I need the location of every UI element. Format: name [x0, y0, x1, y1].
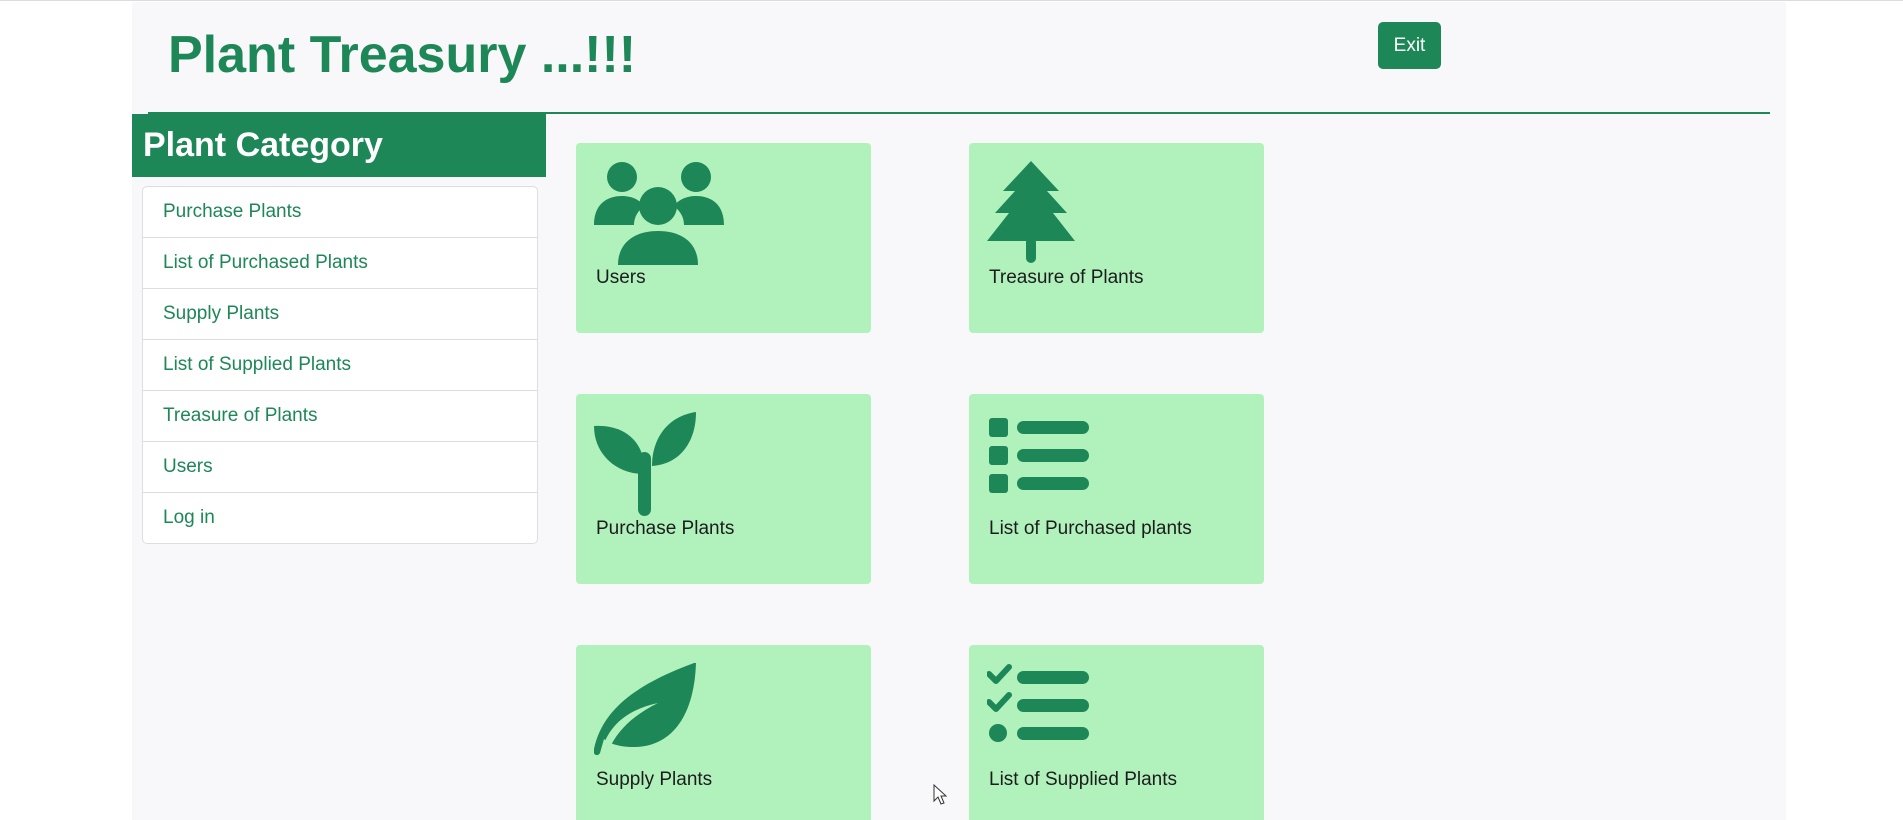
- card-treasure-of-plants-label: Treasure of Plants: [989, 267, 1144, 288]
- sidebar-item-purchase-plants[interactable]: Purchase Plants: [143, 187, 537, 238]
- sidebar-item-users[interactable]: Users: [143, 442, 537, 493]
- card-supply-plants-label: Supply Plants: [596, 769, 713, 790]
- card-users-label: Users: [596, 267, 646, 288]
- app-container: Plant Treasury ...!!! Exit Plant Categor…: [132, 2, 1786, 820]
- leaf-icon: [594, 663, 724, 767]
- list-icon: [987, 412, 1117, 516]
- card-list-of-purchased-plants[interactable]: List of Purchased plants: [969, 394, 1264, 584]
- top-border: [0, 0, 1903, 1]
- seedling-icon: [594, 412, 724, 516]
- sidebar-title: Plant Category: [132, 114, 546, 177]
- app-title: Plant Treasury ...!!!: [168, 26, 637, 84]
- card-purchase-plants-label: Purchase Plants: [596, 518, 735, 539]
- sidebar-menu: Purchase Plants List of Purchased Plants…: [142, 186, 538, 544]
- card-treasure-of-plants[interactable]: Treasure of Plants: [969, 143, 1264, 333]
- card-supply-plants[interactable]: Supply Plants: [576, 645, 871, 820]
- sidebar-item-supply-plants[interactable]: Supply Plants: [143, 289, 537, 340]
- card-list-of-supplied-plants[interactable]: List of Supplied Plants: [969, 645, 1264, 820]
- sidebar-item-list-of-purchased-plants[interactable]: List of Purchased Plants: [143, 238, 537, 289]
- card-list-of-supplied-plants-label: List of Supplied Plants: [989, 769, 1178, 790]
- checklist-icon: [987, 663, 1117, 767]
- exit-button[interactable]: Exit: [1378, 22, 1441, 69]
- tree-icon: [987, 161, 1117, 265]
- card-users[interactable]: Users: [576, 143, 871, 333]
- sidebar-item-list-of-supplied-plants[interactable]: List of Supplied Plants: [143, 340, 537, 391]
- card-list-of-purchased-plants-label: List of Purchased plants: [989, 518, 1192, 539]
- sidebar-item-treasure-of-plants[interactable]: Treasure of Plants: [143, 391, 537, 442]
- card-purchase-plants[interactable]: Purchase Plants: [576, 394, 871, 584]
- mouse-pointer-icon: [933, 784, 947, 805]
- users-icon: [594, 161, 724, 265]
- sidebar-item-log-in[interactable]: Log in: [143, 493, 537, 543]
